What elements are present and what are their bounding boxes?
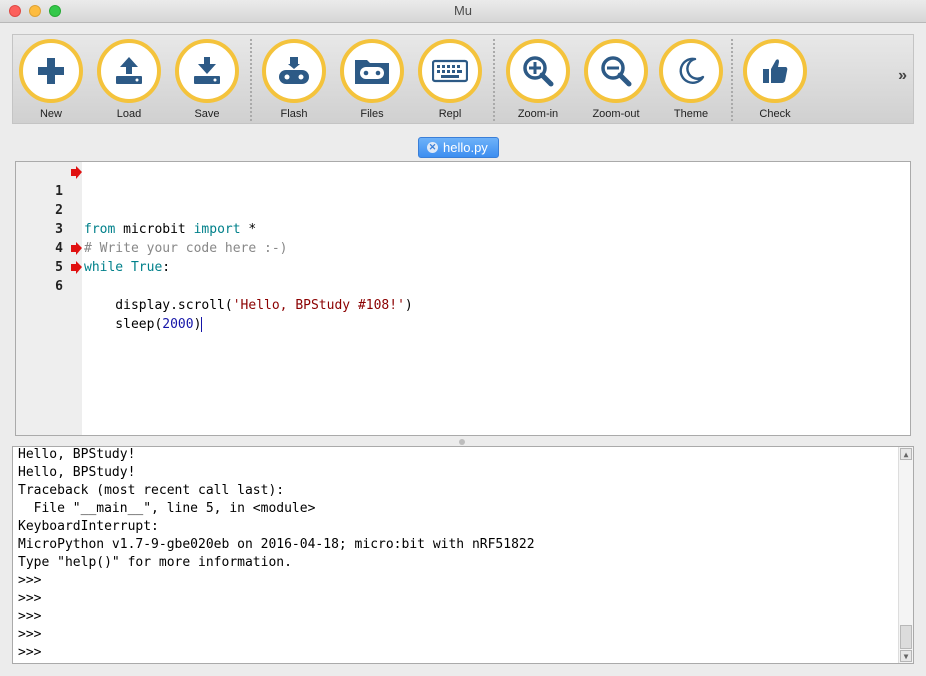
repl-button[interactable]: Repl (415, 39, 485, 123)
toolbar-overflow-button[interactable]: » (898, 67, 907, 85)
thumbs-up-icon (763, 59, 788, 83)
moon-icon (679, 57, 705, 84)
scrollbar-thumb[interactable] (900, 625, 912, 649)
window-title: Mu (453, 3, 473, 18)
zoom-in-button[interactable]: Zoom-in (503, 39, 573, 123)
repl-output-line: Hello, BPStudy! (18, 465, 136, 480)
keyboard-icon (432, 59, 468, 83)
repl-prompt-line: >>> (18, 645, 42, 660)
flash-button-label: Flash (280, 108, 308, 120)
scroll-up-arrow-icon[interactable]: ▲ (900, 448, 912, 460)
theme-button-label: Theme (673, 108, 709, 120)
save-button[interactable]: Save (172, 39, 242, 123)
code-line: 6 sleep(2000) (16, 258, 896, 332)
repl-output-line: KeyboardInterrupt: (18, 519, 159, 534)
toolbar: New Load Save Flash Files Repl Zoom-in Z… (12, 34, 914, 124)
code-text: ) (404, 298, 413, 313)
files-device-icon (355, 60, 389, 84)
code-line: 5 display.scroll('Hello, BPStudy #108!') (16, 239, 896, 313)
code-text: display.scroll( (84, 298, 233, 313)
tab-close-icon[interactable]: ✕ (427, 142, 438, 153)
toolbar-separator (493, 39, 495, 121)
code-line: 4 while True: (16, 220, 896, 275)
check-button[interactable]: Check (740, 39, 810, 123)
repl-output-line: Type "help()" for more information. (18, 555, 292, 570)
repl-prompt-line: >>> (18, 627, 42, 642)
line-number: 6 (55, 279, 63, 294)
code-line: 2 (16, 182, 896, 218)
repl-output-line: Hello, BPStudy! (18, 447, 136, 462)
toolbar-separator (250, 39, 252, 121)
tab-label: hello.py (443, 140, 488, 155)
repl-prompt-line: >>> (18, 609, 42, 624)
check-button-label: Check (759, 108, 791, 120)
repl-console[interactable]: Hello, BPStudy! Hello, BPStudy! Tracebac… (12, 446, 914, 664)
repl-output-line: Traceback (most recent call last): (18, 483, 285, 498)
download-icon (194, 57, 220, 84)
new-button[interactable]: New (16, 39, 86, 123)
tab-hello-py[interactable]: ✕ hello.py (418, 137, 499, 158)
code-line: 3 # Write your code here :-) (16, 201, 896, 256)
load-button[interactable]: Load (94, 39, 164, 123)
flash-device-icon (279, 57, 309, 84)
repl-prompt-line: >>> (18, 591, 42, 606)
code-text: sleep( (84, 317, 163, 332)
plus-icon (38, 58, 64, 84)
repl-scrollbar[interactable]: ▲ ▼ (898, 447, 913, 663)
repl-prompt-line: >>> (18, 573, 42, 588)
repl-output-line: File "__main__", line 5, in <module> (18, 501, 316, 516)
zoom-out-button-label: Zoom-out (592, 108, 640, 120)
repl-button-label: Repl (438, 108, 462, 120)
theme-button[interactable]: Theme (656, 39, 726, 123)
repl-output-line: MicroPython v1.7-9-gbe020eb on 2016-04-1… (18, 537, 535, 552)
number-literal: 2000 (162, 317, 194, 332)
code-line: 1 from microbit import * (16, 163, 896, 237)
string-literal: 'Hello, BPStudy #108!' (232, 298, 405, 313)
zoom-out-button[interactable]: Zoom-out (581, 39, 651, 123)
load-button-label: Load (116, 108, 142, 120)
toolbar-separator (731, 39, 733, 121)
save-button-label: Save (194, 108, 220, 120)
code-editor[interactable]: 1 from microbit import * 2 3 # Write you… (15, 161, 911, 436)
zoom-out-icon (601, 56, 632, 87)
files-button-label: Files (360, 108, 384, 120)
text-cursor: ) (193, 317, 203, 332)
zoom-in-button-label: Zoom-in (517, 108, 559, 120)
title-bar: Mu (0, 0, 926, 23)
pane-splitter-handle[interactable] (459, 439, 465, 445)
zoom-in-icon (523, 56, 554, 87)
upload-icon (116, 57, 142, 84)
files-button[interactable]: Files (337, 39, 407, 123)
flash-button[interactable]: Flash (259, 39, 329, 123)
new-button-label: New (39, 108, 62, 120)
tab-bar: ✕ hello.py (12, 137, 914, 162)
scroll-down-arrow-icon[interactable]: ▼ (900, 650, 912, 662)
